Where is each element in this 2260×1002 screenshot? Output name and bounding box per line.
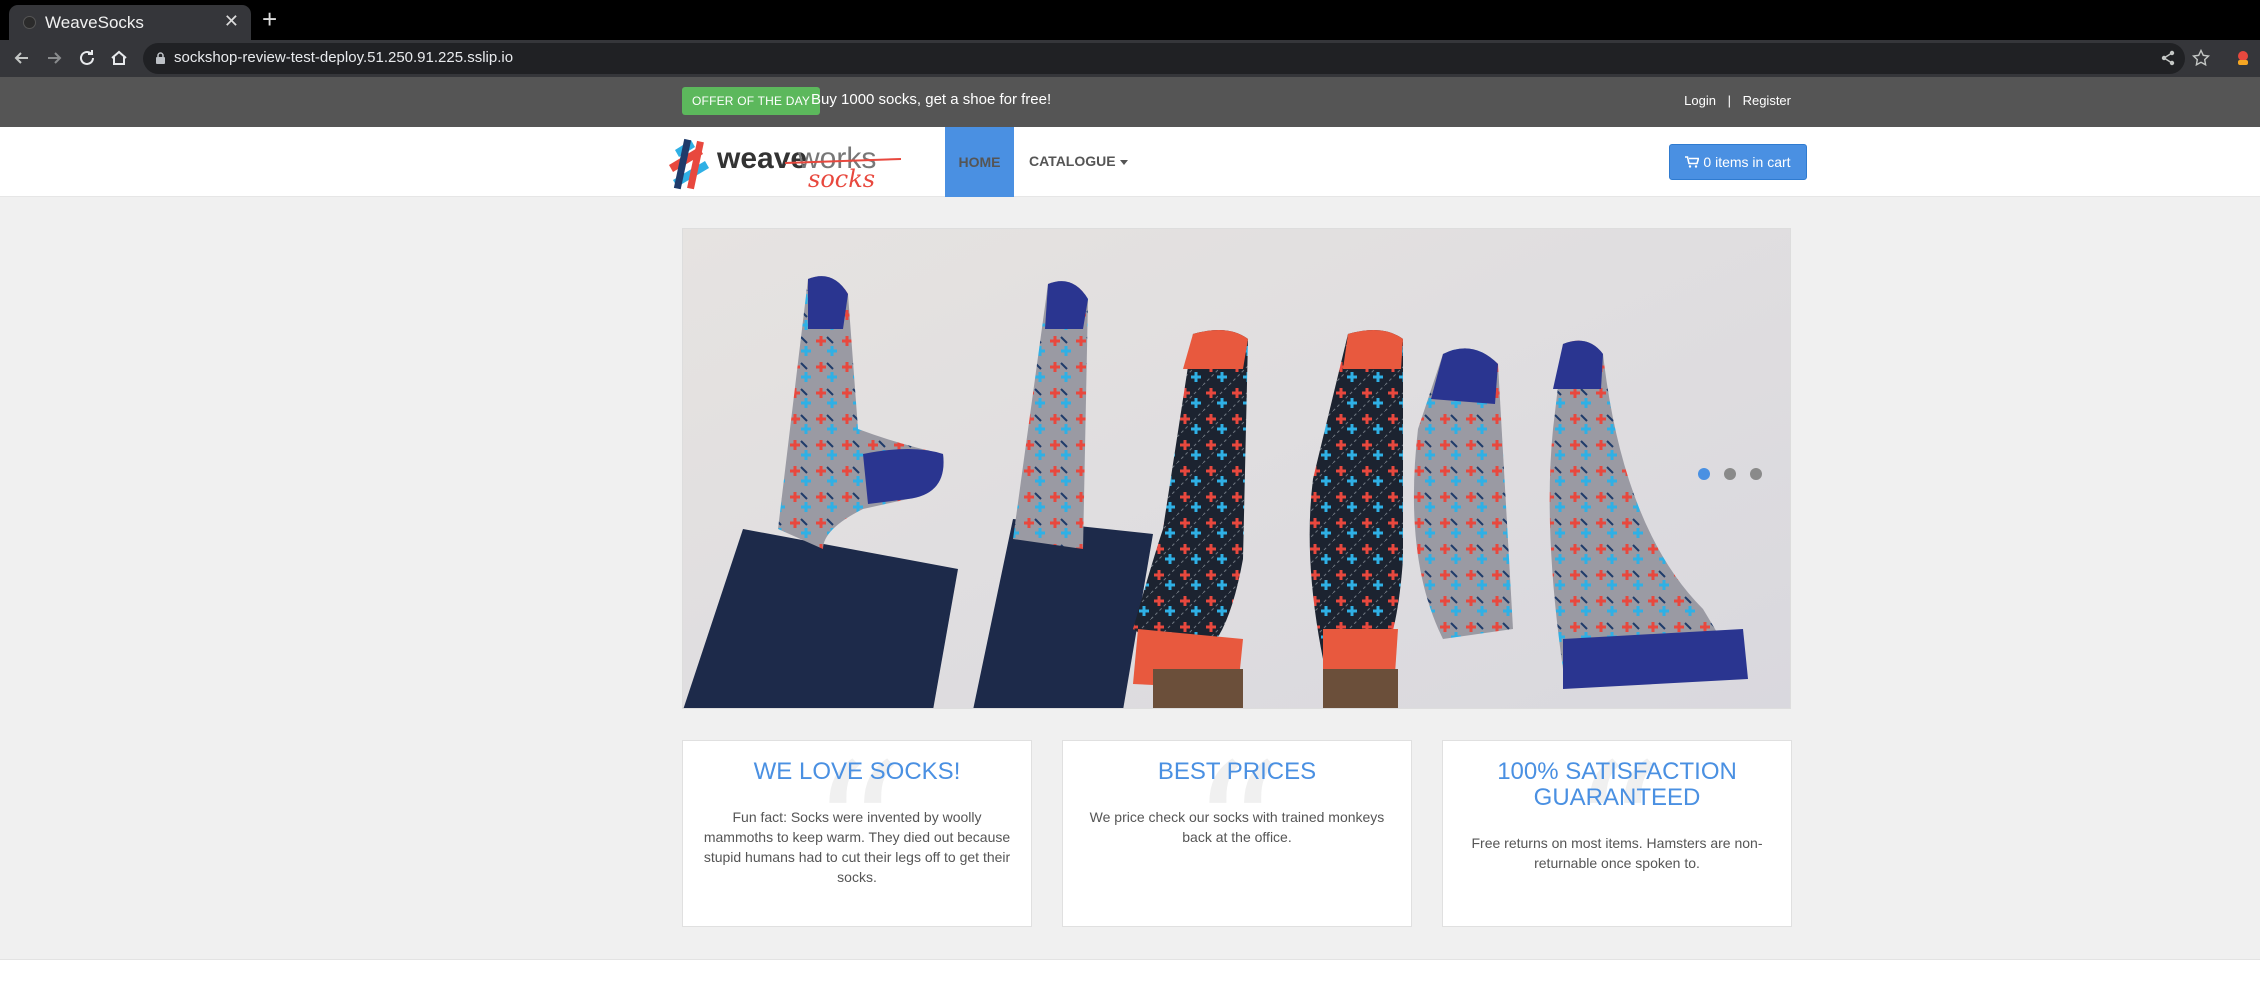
main-navbar: weave works socks HOME CATALOGUE 0 items… xyxy=(0,127,2260,197)
browser-tab-strip: WeaveSocks ✕ + xyxy=(0,0,2260,40)
nav-home[interactable]: HOME xyxy=(945,127,1014,197)
home-icon[interactable] xyxy=(105,44,133,72)
shopping-cart-icon xyxy=(1685,156,1700,168)
feature-title: WE LOVE SOCKS! xyxy=(753,758,961,785)
feature-text: Fun fact: Socks were invented by woolly … xyxy=(703,809,1011,885)
offer-badge: OFFER OF THE DAY xyxy=(682,87,821,115)
tab-title: WeaveSocks xyxy=(45,13,144,32)
back-arrow-icon[interactable] xyxy=(8,44,36,72)
auth-separator: | xyxy=(1727,93,1731,108)
browser-toolbar: sockshop-review-test-deploy.51.250.91.22… xyxy=(0,40,2260,77)
lock-icon xyxy=(156,52,165,64)
feature-box: “ 100% SATISFACTION GUARANTEED Free retu… xyxy=(1442,740,1792,927)
tab-close-icon[interactable]: ✕ xyxy=(224,11,239,32)
login-link[interactable]: Login xyxy=(1684,93,1716,108)
logo-text-socks: socks xyxy=(808,165,875,193)
auth-links: Login | Register xyxy=(1684,93,1791,108)
feature-text: Free returns on most items. Hamsters are… xyxy=(1471,835,1763,871)
new-tab-icon[interactable]: + xyxy=(262,6,277,32)
browser-tab[interactable]: WeaveSocks ✕ xyxy=(9,5,251,40)
cart-label: 0 items in cart xyxy=(1703,154,1791,170)
hero-carousel[interactable] xyxy=(682,228,1791,709)
forward-arrow-icon[interactable] xyxy=(40,44,68,72)
footer-area xyxy=(0,959,2260,1002)
weaveworks-socks-logo[interactable]: weave works socks xyxy=(665,135,905,193)
logo-mark-icon xyxy=(669,138,709,190)
carousel-dot[interactable] xyxy=(1724,468,1736,480)
register-link[interactable]: Register xyxy=(1743,93,1791,108)
caret-down-icon xyxy=(1119,159,1128,165)
bookmark-star-icon[interactable] xyxy=(2191,48,2211,68)
logo-text-weave: weave xyxy=(716,142,807,175)
carousel-dot[interactable] xyxy=(1750,468,1762,480)
reload-icon[interactable] xyxy=(73,44,101,72)
offer-text: Buy 1000 socks, get a shoe for free! xyxy=(811,91,1052,108)
feature-title: BEST PRICES xyxy=(1157,758,1317,785)
tab-favicon-icon xyxy=(23,16,36,29)
site-topbar: OFFER OF THE DAY Buy 1000 socks, get a s… xyxy=(0,77,2260,127)
url-text: sockshop-review-test-deploy.51.250.91.22… xyxy=(174,49,514,66)
share-icon[interactable] xyxy=(2158,48,2178,68)
feature-box: “ BEST PRICES We price check our socks w… xyxy=(1062,740,1412,927)
feature-title: 100% SATISFACTION GUARANTEED xyxy=(1497,758,1737,811)
address-bar[interactable]: sockshop-review-test-deploy.51.250.91.22… xyxy=(143,43,2185,74)
socks-photo xyxy=(683,229,1790,708)
carousel-dot[interactable] xyxy=(1698,468,1710,480)
cart-button[interactable]: 0 items in cart xyxy=(1669,144,1807,180)
nav-catalogue-label: CATALOGUE xyxy=(1029,153,1116,169)
nav-catalogue-dropdown[interactable]: CATALOGUE xyxy=(1029,153,1128,169)
feature-text: We price check our socks with trained mo… xyxy=(1089,809,1385,845)
extension-icon[interactable] xyxy=(2233,48,2253,68)
feature-box: “ WE LOVE SOCKS! Fun fact: Socks were in… xyxy=(682,740,1032,927)
